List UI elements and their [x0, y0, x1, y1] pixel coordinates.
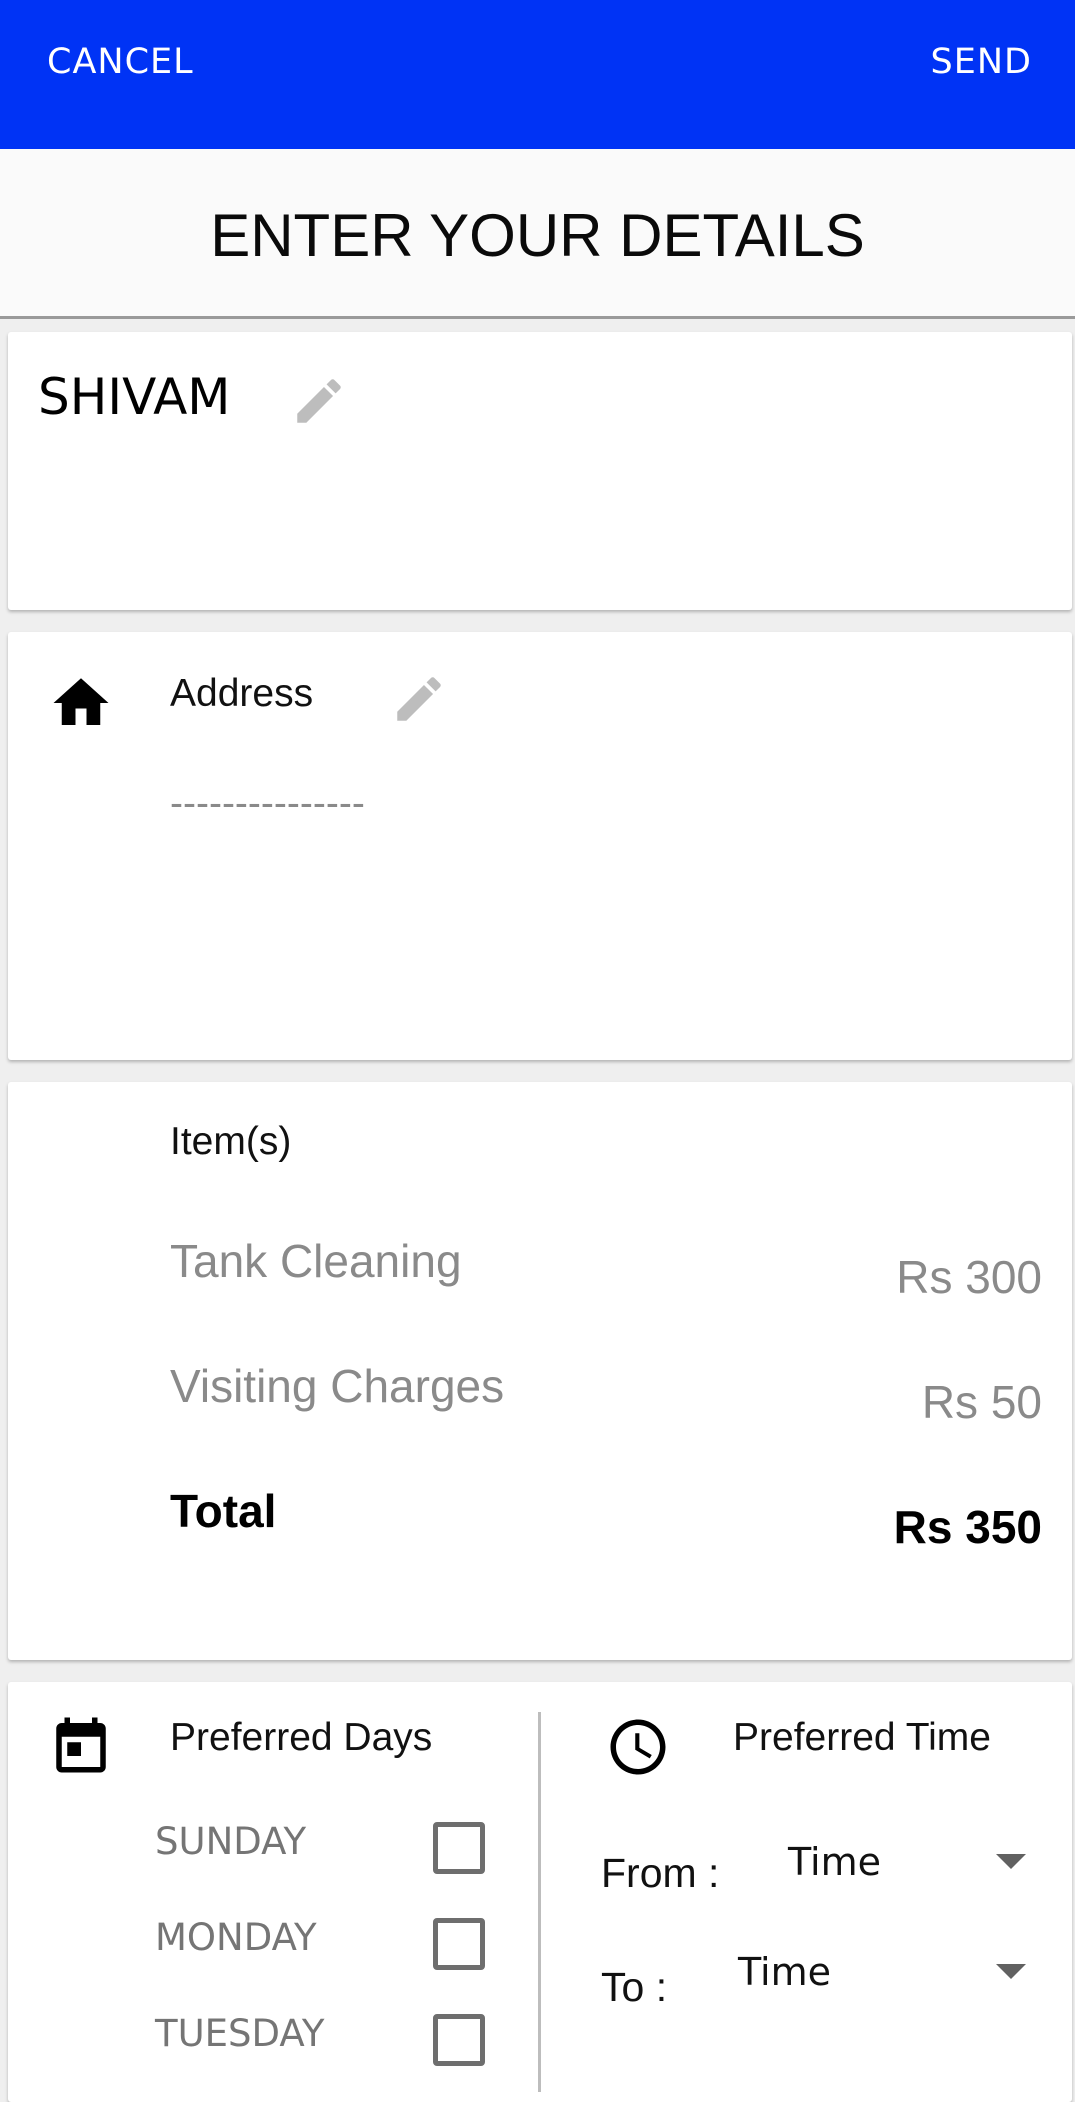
preferred-days-label: Preferred Days: [170, 1716, 433, 1759]
heading-bar: ENTER YOUR DETAILS: [0, 149, 1075, 319]
name-card: SHIVAM: [8, 332, 1072, 610]
to-label: To :: [601, 1964, 668, 2010]
cancel-button[interactable]: CANCEL: [47, 42, 194, 82]
total-label: Total: [170, 1485, 277, 1537]
address-card: Address ---------------: [8, 632, 1072, 1060]
items-label: Item(s): [170, 1120, 292, 1163]
total-price: Rs 350: [893, 1501, 1042, 1553]
column-divider: [538, 1712, 541, 2092]
item-price: Rs 300: [896, 1251, 1042, 1303]
sunday-checkbox[interactable]: [433, 1822, 485, 1874]
clock-icon: [605, 1714, 671, 1780]
chevron-down-icon: [996, 1854, 1026, 1869]
item-name: Tank Cleaning: [170, 1235, 462, 1287]
send-button[interactable]: SEND: [931, 42, 1032, 82]
address-label: Address: [170, 672, 314, 715]
pencil-icon[interactable]: [390, 670, 448, 728]
day-label-tuesday: TUESDAY: [155, 2012, 325, 2055]
home-icon: [48, 670, 114, 736]
item-name: Visiting Charges: [170, 1360, 505, 1412]
preferred-time-label: Preferred Time: [733, 1716, 991, 1759]
to-time-dropdown[interactable]: Time: [738, 1942, 1026, 2012]
to-time-value: Time: [738, 1950, 831, 1994]
day-label-sunday: SUNDAY: [155, 1820, 307, 1863]
item-price: Rs 50: [921, 1376, 1042, 1428]
tuesday-checkbox[interactable]: [433, 2014, 485, 2066]
from-label: From :: [601, 1850, 720, 1896]
address-value[interactable]: ---------------: [170, 782, 365, 826]
day-label-monday: MONDAY: [155, 1916, 317, 1959]
items-card: Item(s) Tank Cleaning Rs 300 Visiting Ch…: [8, 1082, 1072, 1660]
preferences-card: Preferred Days SUNDAY MONDAY TUESDAY Pre…: [8, 1682, 1072, 2102]
from-time-value: Time: [788, 1840, 881, 1884]
page-title: ENTER YOUR DETAILS: [210, 202, 865, 269]
app-bar: CANCEL SEND: [0, 0, 1075, 149]
chevron-down-icon: [996, 1964, 1026, 1979]
customer-name: SHIVAM: [38, 368, 231, 426]
calendar-icon: [48, 1712, 114, 1778]
pencil-icon[interactable]: [290, 372, 348, 430]
monday-checkbox[interactable]: [433, 1918, 485, 1970]
from-time-dropdown[interactable]: Time: [788, 1832, 1026, 1902]
